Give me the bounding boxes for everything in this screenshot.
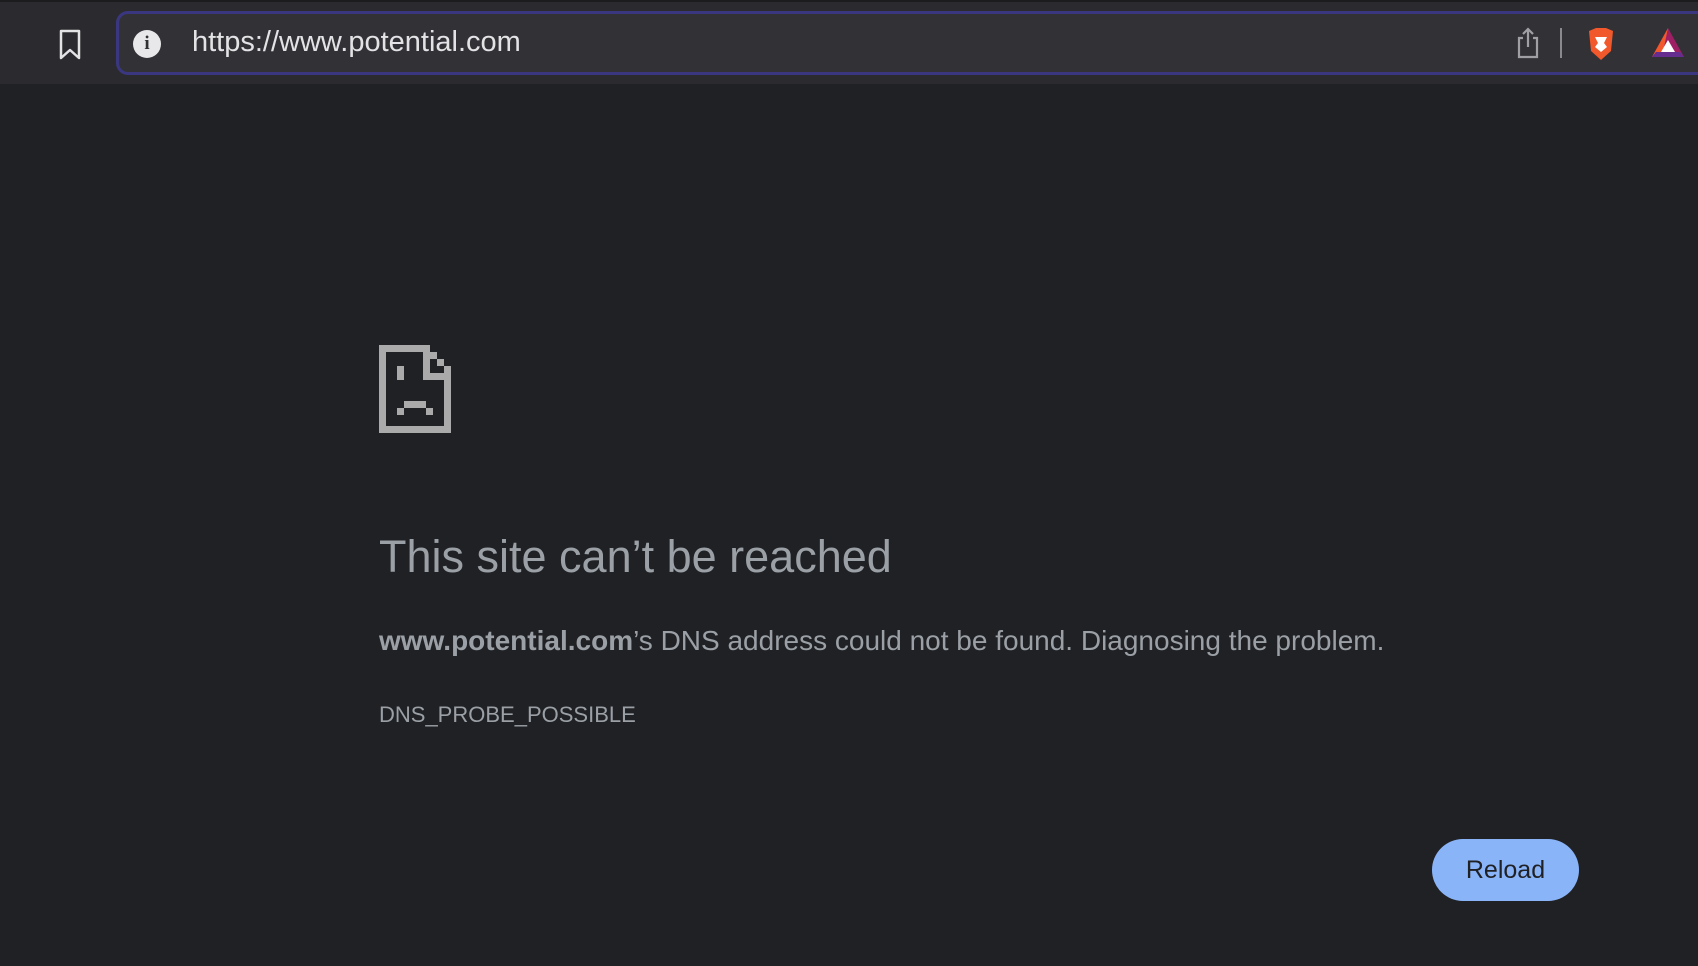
error-message: ’s DNS address could not be found. Diagn… — [633, 625, 1385, 656]
error-host: www.potential.com — [379, 625, 634, 656]
share-icon[interactable] — [1514, 26, 1542, 60]
bookmark-icon[interactable] — [56, 28, 84, 62]
error-description: www.potential.com’s DNS address could no… — [379, 625, 1384, 657]
error-title: This site can’t be reached — [379, 531, 892, 582]
toolbar-divider — [1560, 28, 1562, 58]
site-info-icon[interactable]: i — [133, 30, 161, 58]
browser-toolbar: i https://www.potential.com — [0, 0, 1698, 84]
error-code: DNS_PROBE_POSSIBLE — [379, 702, 636, 727]
reload-button[interactable]: Reload — [1432, 839, 1579, 901]
brave-shields-icon[interactable] — [1584, 26, 1618, 62]
url-text[interactable]: https://www.potential.com — [192, 26, 521, 59]
brave-rewards-icon[interactable] — [1650, 26, 1686, 60]
sad-page-icon — [379, 345, 451, 433]
